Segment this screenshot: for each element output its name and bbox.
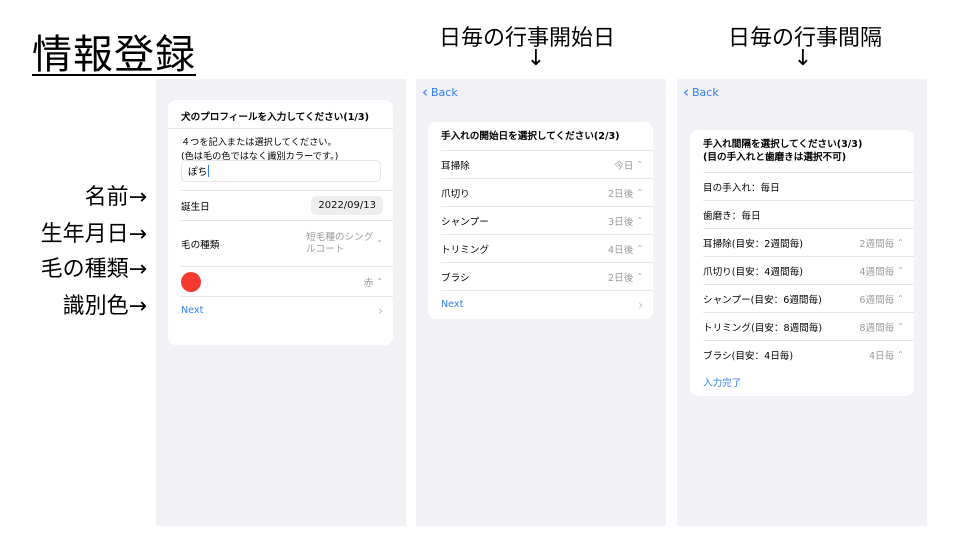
side-label-color: 識別色→	[62, 294, 147, 319]
up-down-chevron-icon: ⌃	[636, 272, 643, 281]
item-value: 6週間毎	[859, 294, 895, 306]
item-label: シャンプー(目安：6週間毎)	[703, 294, 822, 306]
item-label: ブラシ(目安：4日毎)	[703, 350, 794, 362]
fixed-item-label: 歯磨き：毎日	[703, 210, 761, 222]
back-label: Back	[692, 86, 719, 99]
up-down-chevron-icon: ⌃	[897, 238, 904, 247]
list-item[interactable]: 耳掃除 今日 ⌃	[441, 150, 653, 178]
item-value: 4日毎	[869, 350, 895, 362]
up-down-chevron-icon: ⌃	[376, 277, 383, 286]
item-value: 3日後	[608, 216, 634, 228]
fixed-item: 歯磨き：毎日	[703, 200, 914, 228]
next-row[interactable]: Next ›	[181, 296, 393, 324]
back-label: Back	[431, 86, 458, 99]
next-button[interactable]: Next	[181, 305, 378, 316]
item-value: 4週間毎	[859, 266, 895, 278]
back-button[interactable]: ‹ Back	[422, 85, 458, 100]
item-label: 耳掃除(目安：2週間毎)	[703, 238, 803, 250]
up-down-chevron-icon: ⌃	[376, 239, 383, 248]
title-line: (目の手入れと歯磨きは選択不可)	[703, 152, 847, 163]
item-label: シャンプー	[441, 216, 489, 228]
list-item[interactable]: 爪切り(目安：4週間毎) 4週間毎 ⌃	[703, 256, 914, 284]
screen-start-dates: ‹ Back 手入れの開始日を選択してください(2/3) 耳掃除 今日 ⌃ 爪切り…	[416, 79, 666, 526]
item-label: トリミング	[441, 244, 489, 256]
up-down-chevron-icon: ⌃	[636, 160, 643, 169]
item-value: 2週間毎	[859, 238, 895, 250]
up-down-chevron-icon: ⌃	[897, 266, 904, 275]
next-button[interactable]: Next	[441, 299, 638, 310]
item-label: ブラシ	[441, 272, 470, 284]
item-value: 今日	[614, 160, 634, 172]
fur-type-value: 短毛種のシング	[306, 231, 374, 243]
fixed-item: 目の手入れ：毎日	[703, 172, 914, 200]
profile-card: 犬のプロフィールを入力してください(1/3) ４つを記入または選択してください。…	[168, 100, 393, 345]
intervals-title: 手入れ間隔を選択してください(3/3) (目の手入れと歯磨きは選択不可)	[690, 138, 875, 164]
down-arrow-icon: ↓	[526, 46, 546, 71]
item-label: 耳掃除	[441, 160, 470, 172]
up-down-chevron-icon: ⌃	[636, 216, 643, 225]
done-button[interactable]: 入力完了	[703, 375, 904, 389]
birthday-picker[interactable]: 2022/09/13	[311, 196, 383, 215]
screen-profile: 犬のプロフィールを入力してください(1/3) ４つを記入または選択してください。…	[156, 79, 406, 526]
done-row[interactable]: 入力完了	[703, 368, 914, 396]
list-item[interactable]: トリミング(目安：8週間毎) 8週間毎 ⌃	[703, 312, 914, 340]
fur-type-label: 毛の種類	[181, 239, 220, 251]
start-dates-card: 手入れの開始日を選択してください(2/3) 耳掃除 今日 ⌃ 爪切り 2日後 ⌃ シ…	[428, 122, 653, 319]
text-cursor	[208, 165, 210, 177]
item-label: 爪切り(目安：4週間毎)	[703, 266, 803, 278]
chevron-left-icon: ‹	[683, 83, 689, 101]
screen-intervals: ‹ Back 手入れ間隔を選択してください(3/3) (目の手入れと歯磨きは選択…	[677, 79, 927, 526]
up-down-chevron-icon: ⌃	[897, 350, 904, 359]
name-value: ぽち	[188, 167, 208, 178]
down-arrow-icon: ↓	[793, 46, 813, 71]
chevron-right-icon: ›	[638, 297, 643, 312]
chevron-right-icon: ›	[378, 303, 383, 318]
item-value: 2日後	[608, 188, 634, 200]
up-down-chevron-icon: ⌃	[636, 188, 643, 197]
list-item[interactable]: ブラシ 2日後 ⌃	[441, 262, 653, 290]
color-row: 赤 ⌃	[181, 266, 393, 296]
item-label: 爪切り	[441, 188, 470, 200]
fixed-item-label: 目の手入れ：毎日	[703, 182, 780, 194]
item-value: 4日後	[608, 244, 634, 256]
item-label: トリミング(目安：8週間毎)	[703, 322, 823, 334]
list-item[interactable]: シャンプー 3日後 ⌃	[441, 206, 653, 234]
birthday-label: 誕生日	[181, 201, 210, 213]
slide-title: 情報登録	[32, 32, 196, 78]
color-dot	[181, 271, 201, 292]
color-picker[interactable]: 赤 ⌃	[364, 275, 383, 289]
up-down-chevron-icon: ⌃	[897, 322, 904, 331]
description-line: ４つを記入または選択してください。	[181, 137, 337, 148]
up-down-chevron-icon: ⌃	[897, 294, 904, 303]
fur-type-row: 毛の種類 短毛種のシング ルコート ⌃	[181, 220, 393, 266]
side-label-name: 名前→	[84, 185, 147, 210]
start-dates-title: 手入れの開始日を選択してください(2/3)	[441, 131, 620, 142]
list-item[interactable]: 耳掃除(目安：2週間毎) 2週間毎 ⌃	[703, 228, 914, 256]
list-item[interactable]: トリミング 4日後 ⌃	[441, 234, 653, 262]
back-button[interactable]: ‹ Back	[683, 85, 719, 100]
list-item[interactable]: 爪切り 2日後 ⌃	[441, 178, 653, 206]
color-value: 赤	[363, 277, 374, 289]
next-row[interactable]: Next ›	[441, 290, 653, 318]
side-label-birthday: 生年月日→	[40, 222, 147, 247]
item-value: 2日後	[608, 272, 634, 284]
up-down-chevron-icon: ⌃	[636, 244, 643, 253]
birthday-row: 誕生日 2022/09/13	[181, 190, 393, 220]
fur-type-value: ルコート	[306, 243, 345, 255]
list-item[interactable]: ブラシ(目安：4日毎) 4日毎 ⌃	[703, 340, 914, 368]
profile-title: 犬のプロフィールを入力してください(1/3)	[181, 112, 369, 123]
title-line: 手入れ間隔を選択してください(3/3)	[703, 139, 863, 150]
item-value: 8週間毎	[859, 322, 895, 334]
side-label-fur: 毛の種類→	[40, 257, 147, 282]
intervals-card: 手入れ間隔を選択してください(3/3) (目の手入れと歯磨きは選択不可) 目の手…	[690, 130, 914, 396]
chevron-left-icon: ‹	[422, 83, 428, 101]
name-input[interactable]: ぽち	[181, 160, 381, 182]
fur-type-picker[interactable]: 短毛種のシング ルコート ⌃	[306, 232, 383, 256]
list-item[interactable]: シャンプー(目安：6週間毎) 6週間毎 ⌃	[703, 284, 914, 312]
divider	[168, 128, 393, 129]
